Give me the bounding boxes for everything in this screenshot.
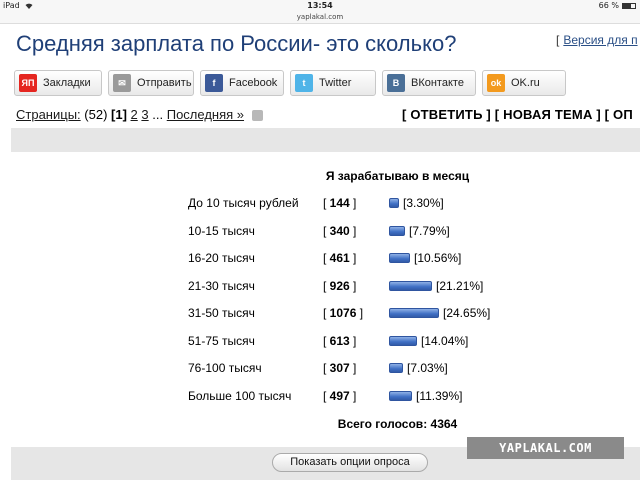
poll-option-count-value: 461: [329, 251, 350, 265]
poll-option-percent: [14.04%]: [421, 333, 469, 348]
poll-option-count-value: 926: [329, 278, 350, 293]
poll-option-bar: [389, 225, 405, 236]
poll-option-label: 76-100 тысяч: [188, 361, 262, 375]
poll-option-row: 76-100 тысяч [ 307 ] [7.03%]: [11, 359, 640, 377]
print-version: [Версия для п: [556, 33, 638, 47]
poll-option-bar: [389, 390, 412, 401]
share-button-label: Закладки: [43, 77, 91, 89]
poll-option-row: Больше 100 тысяч [ 497 ] [11.39%]: [11, 387, 640, 405]
poll-option-percent: [11.39%]: [416, 388, 463, 403]
share-button-label: OK.ru: [511, 77, 540, 89]
poll-option-bar: [389, 198, 399, 208]
poll-option-row: 16-20 тысяч [ 461 ] [10.56%]: [11, 249, 640, 267]
page-title: Средняя зарплата по России- это сколько?: [16, 31, 457, 56]
poll-option-row: 21-30 тысяч [ 926 ] [21.21%]: [11, 277, 640, 295]
yandex-icon: ЯП: [19, 74, 37, 92]
clock: 13:54: [307, 1, 333, 10]
last-page-link[interactable]: Последняя »: [167, 107, 244, 122]
poll-option-row: 10-15 тысяч [ 340 ] [7.79%]: [11, 222, 640, 240]
poll-option-label: 10-15 тысяч: [188, 223, 255, 238]
page-link-3[interactable]: 3: [141, 107, 148, 122]
poll-option-label: Больше 100 тысяч: [188, 388, 292, 403]
poll-option-percent: [7.03%]: [407, 361, 448, 375]
ok-icon: ok: [487, 74, 505, 92]
pager-ellipsis: ...: [152, 107, 164, 122]
share-button-label: Facebook: [229, 77, 278, 89]
poll-option-count-value: 340: [329, 223, 350, 238]
poll-option-bar: [389, 335, 417, 346]
poll-option-percent: [3.30%]: [403, 196, 444, 210]
poll-title: Я зарабатываю в месяц: [325, 169, 470, 183]
print-version-link[interactable]: Версия для п: [563, 33, 637, 47]
poll-option-count: [ 926 ]: [323, 278, 357, 293]
share-button-label: Twitter: [319, 77, 352, 89]
poll-option-row: 51-75 тысяч [ 613 ] [14.04%]: [11, 332, 640, 350]
page-count: (52): [84, 107, 108, 122]
share-button-vk[interactable]: B ВКонтакте: [382, 70, 476, 96]
share-button-facebook[interactable]: f Facebook: [200, 70, 284, 96]
poll-option-bar: [389, 363, 403, 373]
poll-option-count: [ 340 ]: [323, 223, 357, 238]
poll-option-count: [ 1076 ]: [323, 306, 364, 320]
goto-page-icon[interactable]: [251, 110, 263, 122]
facebook-icon: f: [205, 74, 223, 92]
share-button-twitter[interactable]: t Twitter: [290, 70, 376, 96]
share-button-label: Отправить: [137, 77, 192, 89]
battery-percent: 66 %: [598, 1, 619, 10]
poll-option-bar: [389, 253, 410, 263]
battery-icon: [622, 3, 636, 9]
pages-label: Страницы:: [16, 107, 81, 122]
current-page: [1]: [111, 107, 127, 122]
status-bar-right: 66 %: [599, 0, 636, 12]
share-button-mail[interactable]: ✉ Отправить: [108, 70, 194, 96]
show-poll-options-button[interactable]: Показать опции опроса: [272, 453, 428, 472]
poll-option-count: [ 497 ]: [323, 388, 357, 403]
poll-option-percent: [10.56%]: [414, 251, 462, 265]
poll-option-count: [ 461 ]: [323, 251, 357, 265]
poll-option-count: [ 613 ]: [323, 333, 357, 348]
version-bracket: [: [556, 33, 560, 47]
poll-option-percent: [7.79%]: [409, 223, 450, 238]
twitter-icon: t: [295, 74, 313, 92]
poll-option-bar: [389, 308, 439, 318]
status-bar: iPad 13:54 66 %: [0, 0, 640, 12]
poll-option-count-value: 613: [329, 333, 350, 348]
share-bar: ЯП Закладки ✉ Отправить f Facebook t Twitter B ВК…: [14, 70, 566, 96]
poll-option-count-value: 144: [329, 196, 350, 210]
poll-option-label: До 10 тысяч рублей: [188, 196, 299, 210]
poll-option-row: До 10 тысяч рублей [ 144 ] [3.30%]: [11, 194, 640, 212]
poll-total: Всего голосов: 4364: [337, 417, 458, 431]
page-link-2[interactable]: 2: [131, 107, 138, 122]
poll-option-percent: [21.21%]: [436, 278, 484, 293]
share-button-ok[interactable]: ok OK.ru: [482, 70, 566, 96]
poll-option-label: 21-30 тысяч: [188, 278, 255, 293]
mail-icon: ✉: [113, 74, 131, 92]
pagination: Страницы: (52) [1] 2 3 ... Последняя »: [16, 107, 263, 122]
poll-option-count-value: 1076: [329, 306, 357, 320]
poll-option-count: [ 307 ]: [323, 361, 357, 375]
share-button-yandex[interactable]: ЯП Закладки: [14, 70, 102, 96]
share-button-label: ВКонтакте: [411, 77, 464, 89]
poll-header-band: [11, 128, 640, 152]
poll-option-count-value: 497: [329, 388, 350, 403]
poll-option-row: 31-50 тысяч [ 1076 ] [24.65%]: [11, 304, 640, 322]
address-bar[interactable]: yaplakal.com: [0, 12, 640, 24]
poll-option-label: 16-20 тысяч: [188, 251, 255, 265]
poll-option-label: 31-50 тысяч: [188, 306, 255, 320]
poll-option-bar: [389, 280, 432, 291]
site-watermark: YAPLAKAL.COM: [467, 437, 624, 459]
poll-option-label: 51-75 тысяч: [188, 333, 255, 348]
poll-option-count-value: 307: [329, 361, 350, 375]
poll: Я зарабатываю в месяц Всего голосов: 436…: [11, 152, 640, 480]
vk-icon: B: [387, 74, 405, 92]
poll-option-percent: [24.65%]: [443, 306, 491, 320]
topic-actions[interactable]: [ ОТВЕТИТЬ ] [ НОВАЯ ТЕМА ] [ ОП: [402, 107, 633, 122]
poll-option-count: [ 144 ]: [323, 196, 357, 210]
